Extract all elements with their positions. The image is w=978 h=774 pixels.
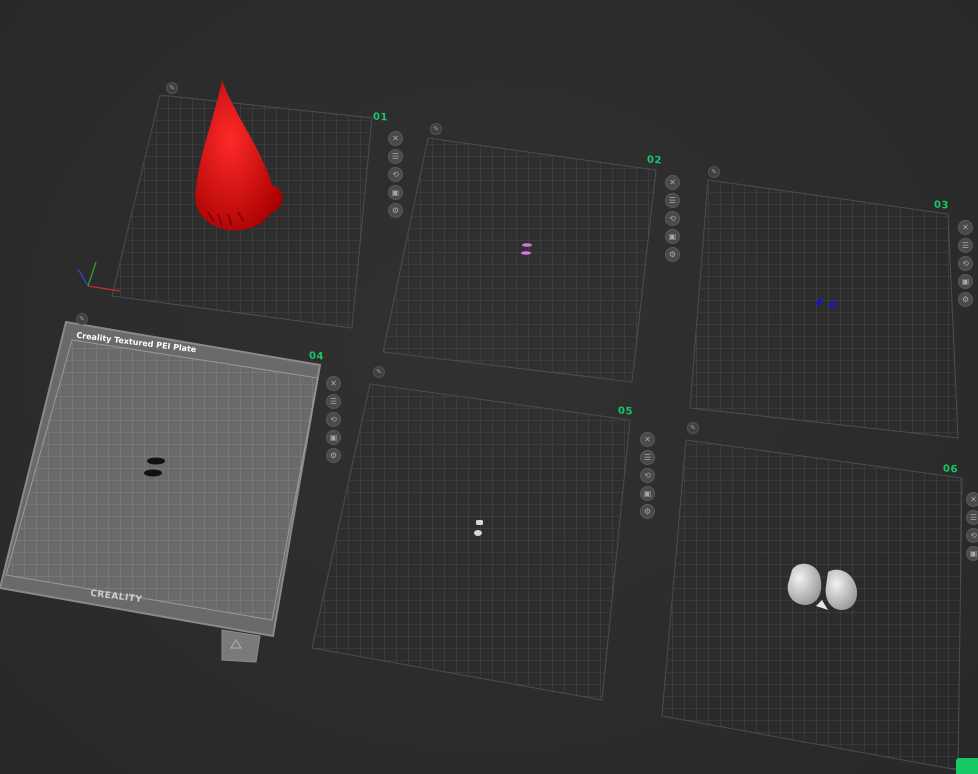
lock-icon[interactable]: ▣ xyxy=(958,274,973,289)
plate-05-bed[interactable] xyxy=(311,383,631,701)
plate-01-tools: ✕ ☰ ⟲ ▣ ⚙ xyxy=(388,131,404,221)
plate-06[interactable] xyxy=(661,439,963,771)
plate-number-06: 06 xyxy=(943,463,958,476)
white-model-left[interactable] xyxy=(787,563,822,605)
gear-icon[interactable]: ⚙ xyxy=(958,292,973,307)
edit-plate-06-button[interactable]: ✎ xyxy=(687,422,699,434)
gear-icon[interactable]: ⚙ xyxy=(665,247,680,262)
plate-02-tools: ✕ ☰ ⟲ ▣ ⚙ xyxy=(665,175,681,265)
plate-number-05: 05 xyxy=(618,405,633,418)
gear-icon[interactable]: ⚙ xyxy=(326,448,341,463)
close-icon[interactable]: ✕ xyxy=(958,220,973,235)
arrange-icon[interactable]: ☰ xyxy=(966,510,978,525)
arrange-icon[interactable]: ☰ xyxy=(640,450,655,465)
edit-plate-04-button[interactable]: ✎ xyxy=(76,313,88,325)
plate-canvas[interactable] xyxy=(0,0,978,774)
plate-02[interactable] xyxy=(382,137,657,383)
plate-04[interactable] xyxy=(0,320,322,663)
pink-part-model[interactable] xyxy=(521,251,531,255)
orient-icon[interactable]: ⟲ xyxy=(665,211,680,226)
close-icon[interactable]: ✕ xyxy=(388,131,403,146)
edit-plate-02-button[interactable]: ✎ xyxy=(430,123,442,135)
close-icon[interactable]: ✕ xyxy=(326,376,341,391)
gear-icon[interactable]: ⚙ xyxy=(640,504,655,519)
white-part-model[interactable] xyxy=(474,530,482,536)
plate-06-bed[interactable] xyxy=(661,439,963,771)
plate-05[interactable] xyxy=(311,383,631,701)
lock-icon[interactable]: ▣ xyxy=(665,229,680,244)
status-indicator[interactable] xyxy=(956,758,978,774)
plate-number-01: 01 xyxy=(373,111,388,124)
plate-03[interactable] xyxy=(689,179,959,439)
black-part-model[interactable] xyxy=(147,457,165,465)
black-part-model[interactable] xyxy=(144,469,162,477)
z-axis-line xyxy=(77,268,89,287)
plate-04-tab xyxy=(221,629,261,663)
arrange-icon[interactable]: ☰ xyxy=(665,193,680,208)
lock-icon[interactable]: ▣ xyxy=(326,430,341,445)
close-icon[interactable]: ✕ xyxy=(966,492,978,507)
gear-icon[interactable]: ⚙ xyxy=(388,203,403,218)
orient-icon[interactable]: ⟲ xyxy=(966,528,978,543)
close-icon[interactable]: ✕ xyxy=(665,175,680,190)
plate-03-tools: ✕ ☰ ⟲ ▣ ⚙ xyxy=(958,220,974,310)
plate-05-tools: ✕ ☰ ⟲ ▣ ⚙ xyxy=(640,432,656,522)
arrange-icon[interactable]: ☰ xyxy=(388,149,403,164)
edit-plate-01-button[interactable]: ✎ xyxy=(166,82,178,94)
white-part-model[interactable] xyxy=(476,520,483,525)
plate-number-03: 03 xyxy=(934,199,949,212)
plate-number-04: 04 xyxy=(309,350,324,363)
plate-01[interactable] xyxy=(77,80,373,329)
y-axis-line xyxy=(87,261,97,287)
lock-icon[interactable]: ▣ xyxy=(640,486,655,501)
edit-plate-05-button[interactable]: ✎ xyxy=(373,366,385,378)
close-icon[interactable]: ✕ xyxy=(640,432,655,447)
orient-icon[interactable]: ⟲ xyxy=(640,468,655,483)
lock-icon[interactable]: ▣ xyxy=(388,185,403,200)
edit-plate-03-button[interactable]: ✎ xyxy=(708,166,720,178)
plate-03-bed[interactable] xyxy=(689,179,959,439)
pink-part-model[interactable] xyxy=(522,243,532,247)
plate-number-02: 02 xyxy=(647,154,662,167)
lock-icon[interactable]: ▣ xyxy=(966,546,978,561)
orient-icon[interactable]: ⟲ xyxy=(958,256,973,271)
plate-02-bed[interactable] xyxy=(382,137,657,383)
plate-04-tools: ✕ ☰ ⟲ ▣ ⚙ xyxy=(326,376,342,466)
plate-06-tools: ✕ ☰ ⟲ ▣ xyxy=(966,492,978,564)
arrange-icon[interactable]: ☰ xyxy=(958,238,973,253)
3d-viewport[interactable]: 01 02 03 04 05 06 ✎ ✎ ✎ ✎ ✎ ✎ ✕ ☰ ⟲ ▣ ⚙ … xyxy=(0,0,978,774)
arrange-icon[interactable]: ☰ xyxy=(326,394,341,409)
orient-icon[interactable]: ⟲ xyxy=(326,412,341,427)
orient-icon[interactable]: ⟲ xyxy=(388,167,403,182)
